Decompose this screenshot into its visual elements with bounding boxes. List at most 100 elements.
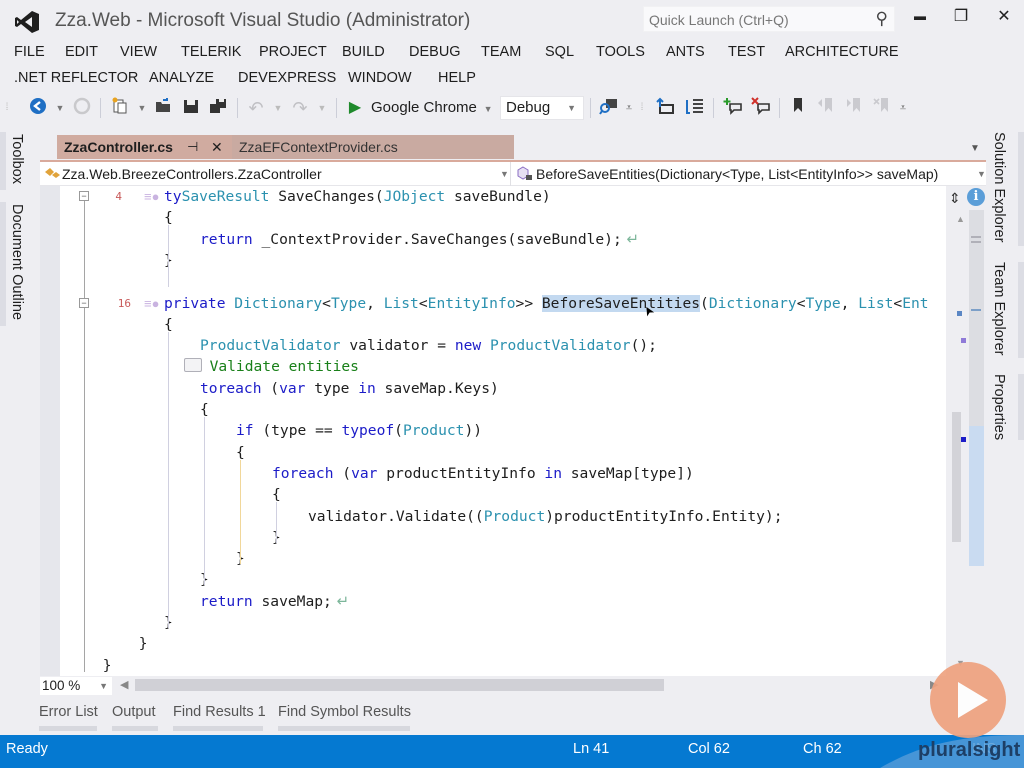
format-icon[interactable] — [684, 97, 706, 119]
info-icon[interactable]: i — [967, 188, 985, 206]
code-line[interactable]: ProductValidator validator = new Product… — [200, 335, 657, 356]
codelens-indicator-icon[interactable]: ≡● — [144, 189, 159, 204]
configuration-dropdown[interactable]: Debug ▼ — [500, 96, 584, 120]
toolbox-tab[interactable]: Toolbox — [9, 134, 25, 184]
member-scope-dropdown[interactable]: BeforeSaveEntities(Dictionary<Type, List… — [516, 164, 986, 184]
next-bookmark-icon[interactable] — [844, 97, 864, 119]
menu-telerik[interactable]: TELERIK — [181, 44, 241, 60]
reference-count[interactable]: 4 — [96, 186, 122, 207]
menu-team[interactable]: TEAM — [481, 44, 521, 60]
code-line[interactable]: validator.Validate((Product)productEntit… — [308, 506, 782, 527]
keyword-token: if — [236, 422, 263, 440]
codelens-indicator-icon[interactable]: ≡● — [144, 296, 159, 311]
start-debugging-icon[interactable]: ▶ — [346, 97, 364, 119]
play-button[interactable] — [930, 662, 1006, 738]
vertical-scrollbar[interactable]: ⇕ i ▲ ▼ — [946, 186, 986, 676]
tab-zzaefcontextprovider-cs[interactable]: ZzaEFContextProvider.cs — [232, 135, 514, 159]
clear-bookmarks-icon[interactable] — [872, 97, 892, 119]
menu-debug[interactable]: DEBUG — [409, 44, 461, 60]
bottom-tab-find-symbol-results[interactable]: Find Symbol Results — [278, 704, 411, 720]
menu-test[interactable]: TEST — [728, 44, 765, 60]
prev-bookmark-icon[interactable] — [816, 97, 836, 119]
close-window-button[interactable]: ✕ — [990, 6, 1018, 30]
pin-tab-icon[interactable]: ⊣ — [187, 135, 198, 159]
back-dropdown-icon[interactable]: ▼ — [55, 97, 65, 119]
menu-ants[interactable]: ANTS — [666, 44, 705, 60]
toolbar-overflow-icon[interactable]: ⩡ — [624, 97, 634, 119]
run-target-dropdown[interactable]: Google Chrome ▼ — [371, 94, 492, 123]
code-line[interactable]: foreach (var productEntityInfo in saveMa… — [272, 463, 694, 484]
code-line[interactable]: } — [139, 633, 148, 654]
horizontal-scroll-thumb[interactable] — [135, 679, 664, 691]
tab-overflow-dropdown-icon[interactable]: ▼ — [970, 143, 980, 154]
save-icon[interactable] — [181, 97, 201, 119]
search-icon[interactable]: ⚲ — [876, 9, 888, 29]
close-tab-icon[interactable]: ✕ — [211, 135, 223, 159]
type-token: Product — [402, 422, 465, 440]
menu-help[interactable]: HELP — [438, 70, 476, 86]
find-in-files-icon[interactable] — [598, 97, 620, 119]
remove-comment-icon[interactable] — [750, 97, 772, 119]
menu-view[interactable]: VIEW — [120, 44, 157, 60]
minimize-button[interactable]: ▬ — [906, 9, 934, 33]
open-file-icon[interactable] — [153, 97, 173, 119]
solution-explorer-tab[interactable]: Solution Explorer — [991, 132, 1007, 242]
add-comment-icon[interactable] — [722, 97, 744, 119]
menu-edit[interactable]: EDIT — [65, 44, 98, 60]
type-scope-dropdown[interactable]: Zza.Web.BreezeControllers.ZzaController … — [42, 164, 510, 184]
restore-button[interactable]: ❐ — [947, 6, 975, 30]
bottom-tab-output[interactable]: Output — [112, 704, 156, 720]
zoom-level-dropdown[interactable]: 100 % ▼ — [40, 677, 112, 695]
toolbar-grip-icon[interactable]: ⁞ — [4, 97, 10, 119]
step-out-icon[interactable] — [654, 97, 676, 119]
undo-icon[interactable]: ↶ — [246, 97, 266, 119]
code-line[interactable]: return saveMap; ↵ — [200, 591, 349, 612]
bottom-tab-find-results-1[interactable]: Find Results 1 — [173, 704, 266, 720]
menu-netreflector[interactable]: .NET REFLECTOR — [14, 70, 138, 86]
scroll-thumb[interactable] — [952, 412, 961, 542]
bottom-tab-error-list[interactable]: Error List — [39, 704, 98, 720]
menu-sql[interactable]: SQL — [545, 44, 574, 60]
menu-file[interactable]: FILE — [14, 44, 45, 60]
menu-architecture[interactable]: ARCHITECTURE — [785, 44, 899, 60]
reference-count[interactable]: 16 — [105, 293, 131, 314]
code-line[interactable]: toreach (var type in saveMap.Keys) — [200, 378, 499, 399]
navigate-forward-icon[interactable] — [72, 97, 92, 119]
redo-icon[interactable]: ↷ — [290, 97, 310, 119]
navigate-back-icon[interactable] — [28, 97, 48, 119]
code-line[interactable]: private Dictionary<Type, List<EntityInfo… — [164, 293, 929, 314]
menu-build[interactable]: BUILD — [342, 44, 385, 60]
code-line[interactable]: tySaveResult SaveChanges(JObject saveBun… — [164, 186, 551, 207]
document-outline-tab[interactable]: Document Outline — [9, 204, 25, 320]
undo-dropdown-icon[interactable]: ▼ — [273, 97, 283, 119]
collapse-toggle-icon[interactable]: − — [79, 297, 89, 308]
collapse-toggle-icon[interactable]: − — [79, 191, 89, 201]
menu-analyze[interactable]: ANALYZE — [149, 70, 214, 86]
code-line[interactable]: Validate entities — [184, 356, 359, 377]
menu-project[interactable]: PROJECT — [259, 44, 327, 60]
new-project-icon[interactable] — [110, 97, 130, 119]
tab-zzacontroller-cs[interactable]: ZzaController.cs ⊣ ✕ — [57, 135, 232, 159]
code-line[interactable]: return _ContextProvider.SaveChanges(save… — [200, 229, 639, 250]
quick-launch-input[interactable]: Quick Launch (Ctrl+Q) ⚲ — [643, 6, 895, 32]
menu-tools[interactable]: TOOLS — [596, 44, 645, 60]
toolbar-overflow-icon[interactable]: ⩡ — [898, 97, 908, 119]
comment-token: Validate entities — [192, 358, 359, 376]
redo-dropdown-icon[interactable]: ▼ — [317, 97, 327, 119]
save-all-icon[interactable] — [207, 97, 229, 119]
outlining-line — [84, 196, 85, 672]
scroll-up-arrow-icon[interactable]: ▲ — [956, 214, 965, 224]
code-line[interactable]: } — [103, 655, 112, 676]
team-explorer-tab[interactable]: Team Explorer — [991, 262, 1007, 355]
bookmark-icon[interactable] — [790, 97, 806, 119]
menu-window[interactable]: WINDOW — [348, 70, 412, 86]
new-dropdown-icon[interactable]: ▼ — [137, 97, 147, 119]
code-editor[interactable]: tySaveResult SaveChanges(JObject saveBun… — [40, 186, 946, 676]
split-window-icon[interactable]: ⇕ — [949, 190, 961, 207]
menu-devexpress[interactable]: DEVEXPRESS — [238, 70, 336, 86]
scroll-map-viewport[interactable] — [969, 426, 984, 566]
toolbar-grip-icon[interactable]: ⁞ — [640, 97, 644, 119]
code-line[interactable]: if (type == typeof(Product)) — [236, 420, 482, 441]
scroll-left-arrow-icon[interactable]: ◀ — [120, 678, 128, 691]
properties-tab[interactable]: Properties — [991, 374, 1007, 440]
